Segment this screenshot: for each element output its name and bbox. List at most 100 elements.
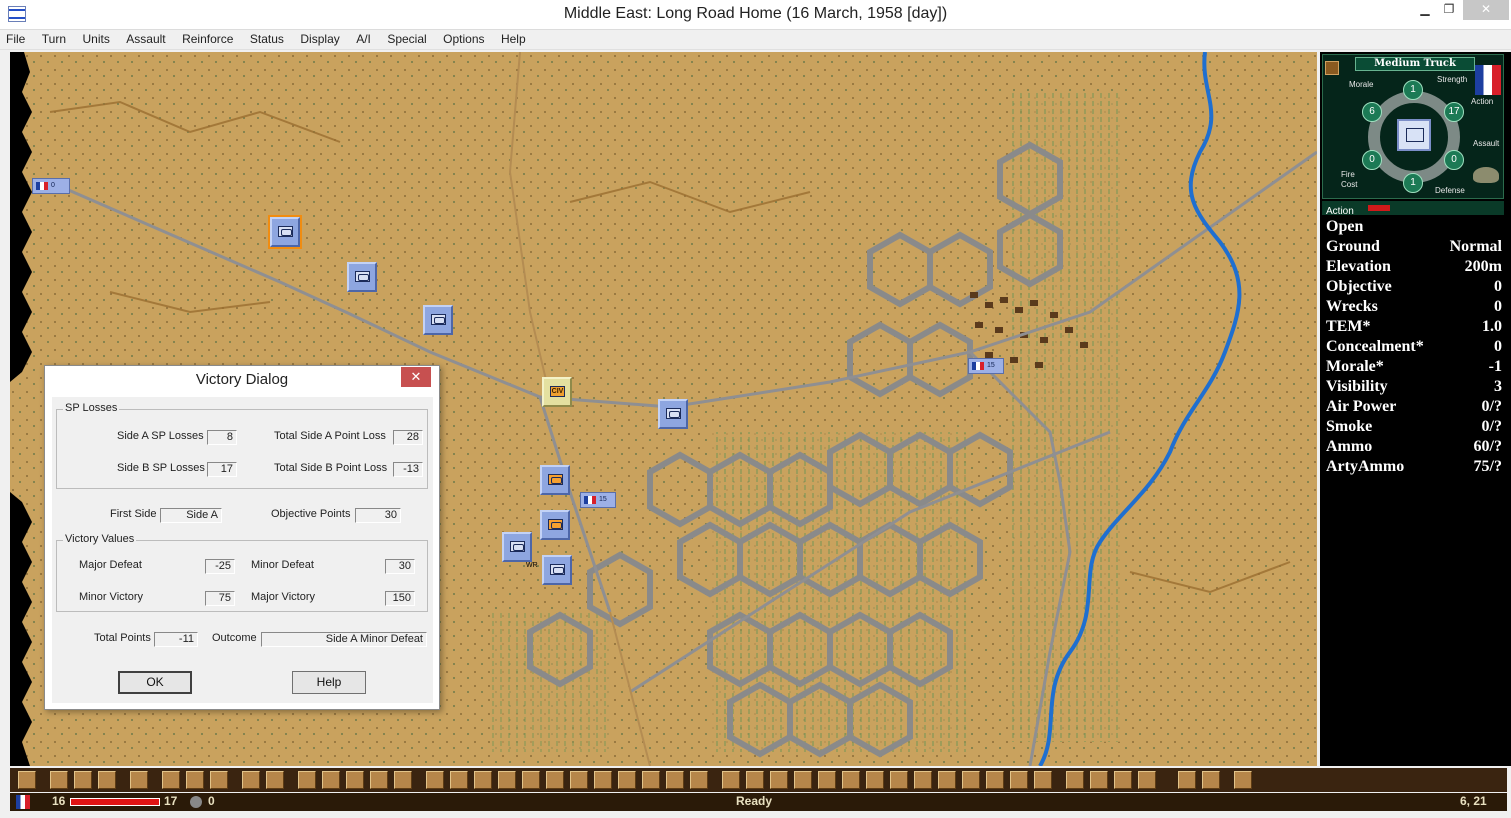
toolbar-button[interactable] [594,771,612,789]
artillery-unit[interactable] [542,555,572,585]
toolbar-button[interactable] [938,771,956,789]
terrain-key: Objective [1326,278,1392,295]
toolbar-button[interactable] [1178,771,1196,789]
maximize-button[interactable]: ❐ [1437,0,1461,20]
minor-defeat-label: Minor Defeat [251,559,314,571]
dialog-title: Victory Dialog [45,366,439,394]
toolbar-button[interactable] [770,771,788,789]
map-unit-flag-a[interactable]: 0 [32,178,70,194]
side-b-sp-label: Side B SP Losses [117,462,205,474]
terrain-row: Ground Normal [1326,238,1502,258]
toolbar-button[interactable] [186,771,204,789]
menu-units[interactable]: Units [76,30,115,46]
armor-unit[interactable] [502,532,532,562]
toolbar-button[interactable] [818,771,836,789]
toolbar-button[interactable] [522,771,540,789]
toolbar-button[interactable] [666,771,684,789]
toolbar-button[interactable] [842,771,860,789]
toolbar-button[interactable] [1010,771,1028,789]
map-unit-flag-b[interactable]: 15 [968,358,1004,374]
truck-unit[interactable] [347,262,377,292]
toolbar-button[interactable] [1234,771,1252,789]
toolbar-button[interactable] [98,771,116,789]
toolbar-button[interactable] [426,771,444,789]
toolbar-button[interactable] [74,771,92,789]
truck-unit[interactable] [423,305,453,335]
menu-file[interactable]: File [0,30,31,46]
toolbar-button[interactable] [1090,771,1108,789]
objective-field: 30 [355,508,401,523]
toolbar-button[interactable] [1114,771,1132,789]
toolbar-button[interactable] [986,771,1004,789]
ok-button[interactable]: OK [118,671,192,694]
toolbar-button[interactable] [130,771,148,789]
unit-name: Medium Truck [1355,57,1475,71]
toolbar-button[interactable] [322,771,340,789]
toolbar-button[interactable] [1202,771,1220,789]
menu-assault[interactable]: Assault [120,30,171,46]
dialog-close-button[interactable]: ✕ [401,367,431,387]
minimize-button[interactable]: ▁ [1413,0,1437,20]
truck-unit[interactable] [658,399,688,429]
toolbar-button[interactable] [690,771,708,789]
outcome-field: Side A Minor Defeat [261,632,427,647]
toolbar-button[interactable] [1066,771,1084,789]
menu-turn[interactable]: Turn [36,30,72,46]
toolbar-button[interactable] [370,771,388,789]
toolbar-button[interactable] [546,771,564,789]
menu-special[interactable]: Special [381,30,432,46]
title-bar: Middle East: Long Road Home (16 March, 1… [0,0,1511,30]
toolbar-button[interactable] [450,771,468,789]
toolbar-button[interactable] [18,771,36,789]
terrain-key: Ground [1326,238,1380,255]
toolbar-button[interactable] [50,771,68,789]
help-button[interactable]: Help [292,671,366,694]
civ-icon: CIV [550,386,565,397]
close-button[interactable]: ✕ [1463,0,1509,20]
infantry-unit[interactable] [540,510,570,540]
sp-losses-group: SP Losses Side A SP Losses 8 Side B SP L… [56,402,428,489]
toolbar-button[interactable] [498,771,516,789]
truck-unit-selected[interactable] [268,215,302,249]
toolbar-button[interactable] [890,771,908,789]
truck-icon [278,226,293,237]
toolbar-button[interactable] [722,771,740,789]
terrain-row: Concealment* 0 [1326,338,1502,358]
status-bar: 16 17 0 Ready 6, 21 [10,793,1507,811]
toolbar-button[interactable] [266,771,284,789]
menu-options[interactable]: Options [437,30,490,46]
toolbar-button[interactable] [394,771,412,789]
terrain-value: 200m [1464,258,1502,275]
toolbar-button[interactable] [346,771,364,789]
major-defeat-field: -25 [205,559,235,574]
toolbar-button[interactable] [242,771,260,789]
menu-reinforce[interactable]: Reinforce [176,30,239,46]
toolbar-button[interactable] [210,771,228,789]
toolbar-button[interactable] [570,771,588,789]
victory-values-group: Victory Values Major Defeat -25 Minor De… [56,533,428,612]
menu-display[interactable]: Display [294,30,345,46]
toolbar-button[interactable] [746,771,764,789]
major-victory-label: Major Victory [251,591,315,603]
hq-unit[interactable] [540,465,570,495]
morale-label: Morale [1349,80,1374,89]
terrain-key: Visibility [1326,378,1388,395]
toolbar-button[interactable] [1034,771,1052,789]
toolbar-button[interactable] [914,771,932,789]
toolbar-button[interactable] [618,771,636,789]
civilian-unit[interactable]: CIV [542,377,572,407]
menu-help[interactable]: Help [495,30,532,46]
toolbar-button[interactable] [1138,771,1156,789]
toolbar-button[interactable] [642,771,660,789]
toolbar-button[interactable] [866,771,884,789]
wreck-label: WR [526,562,538,569]
toolbar-button[interactable] [794,771,812,789]
toolbar-button[interactable] [298,771,316,789]
toolbar-button[interactable] [162,771,180,789]
menu-ai[interactable]: A/I [350,30,377,46]
toolbar-button[interactable] [962,771,980,789]
toolbar-button[interactable] [474,771,492,789]
menu-status[interactable]: Status [244,30,290,46]
terrain-row: Air Power 0/? [1326,398,1502,418]
map-unit-flag-c[interactable]: 15 [580,492,616,508]
